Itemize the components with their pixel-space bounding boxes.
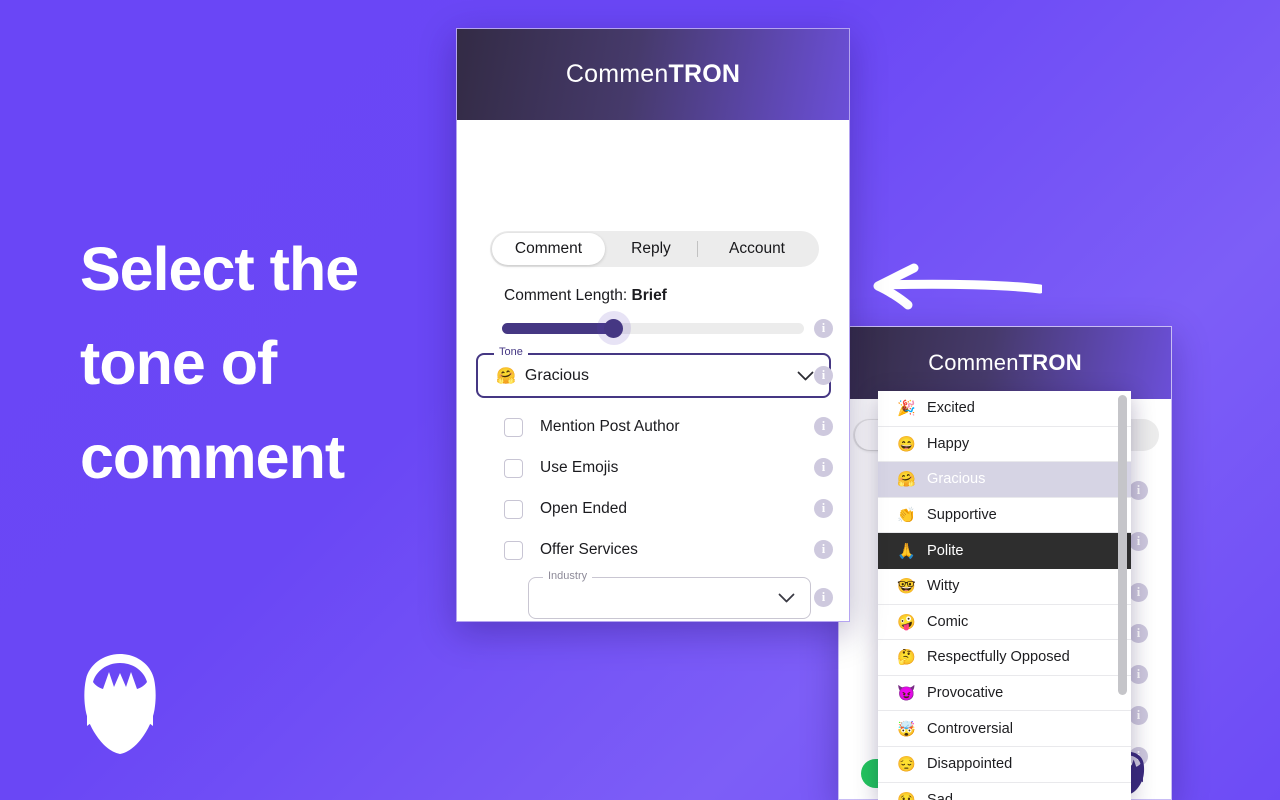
tone-option-label: Comic <box>927 613 969 630</box>
checkbox-label: Use Emojis <box>540 459 619 476</box>
window-a-header: CommenTRON <box>457 29 849 120</box>
tone-legend: Tone <box>494 346 528 358</box>
tone-option-emoji: 🙏 <box>897 542 916 560</box>
tone-dropdown-menu[interactable]: 🎉 Excited 😄 Happy 🤗 Gracious 👏 Supportive 🙏 Polit… <box>878 391 1131 800</box>
tone-option-emoji: 😈 <box>897 685 916 703</box>
info-icon[interactable]: i <box>1129 706 1148 725</box>
hugging-face-icon: 🤗 <box>496 367 516 385</box>
tone-option-respectfully-opposed[interactable]: 🤔 Respectfully Opposed <box>878 640 1131 676</box>
tone-option-label: Supportive <box>927 507 997 524</box>
chevron-down-icon[interactable] <box>778 593 795 603</box>
tone-option-emoji: 🤪 <box>897 613 916 631</box>
tone-option-emoji: 🤗 <box>897 471 916 489</box>
info-icon[interactable]: i <box>814 588 833 607</box>
checkbox-offer-services[interactable] <box>504 540 523 560</box>
tone-option-emoji: 👏 <box>897 507 916 525</box>
info-icon[interactable]: i <box>1129 481 1148 500</box>
checkbox-label: Offer Services <box>540 541 638 558</box>
tab-comment[interactable]: Comment <box>492 233 605 265</box>
checkbox-mention-post-author[interactable] <box>504 417 523 437</box>
info-icon[interactable]: i <box>1129 665 1148 684</box>
extension-popup-window: CommenTRON Comment Reply Account Comment… <box>456 28 850 622</box>
tone-option-happy[interactable]: 😄 Happy <box>878 426 1131 463</box>
headline-line-1: Select the <box>80 235 359 303</box>
checkbox-row-use-emojis[interactable]: Use Emojis <box>504 456 810 480</box>
promo-screenshot: Select the tone of comment CommenTRON i … <box>0 0 1280 800</box>
tone-select[interactable]: Tone 🤗 Gracious <box>476 346 831 398</box>
info-icon[interactable]: i <box>1129 532 1148 551</box>
info-icon[interactable]: i <box>814 499 833 518</box>
tone-option-provocative[interactable]: 😈 Provocative <box>878 675 1131 712</box>
tone-selected-value: 🤗 Gracious <box>496 366 589 386</box>
tone-option-emoji: 🤔 <box>897 649 916 667</box>
tone-option-emoji: 😔 <box>897 756 916 774</box>
dropdown-scrollbar-thumb[interactable] <box>1118 395 1127 695</box>
tone-option-emoji: 🤯 <box>897 720 916 738</box>
tone-option-emoji: 😄 <box>897 435 916 453</box>
checkbox-label: Open Ended <box>540 500 628 517</box>
page-title: Select the tone of comment <box>80 222 480 504</box>
tab-bar[interactable]: Comment Reply Account <box>490 231 819 267</box>
tone-option-gracious[interactable]: 🤗 Gracious <box>878 462 1131 498</box>
checkbox-row-open-ended[interactable]: Open Ended <box>504 497 810 521</box>
tone-option-comic[interactable]: 🤪 Comic <box>878 604 1131 641</box>
tone-option-label: Controversial <box>927 720 1013 737</box>
tone-option-disappointed[interactable]: 😔 Disappointed <box>878 746 1131 783</box>
headline-line-2: tone of <box>80 329 277 397</box>
comment-length-slider-row <box>502 311 808 345</box>
tone-option-label: Happy <box>927 435 970 452</box>
info-icon[interactable]: i <box>1129 583 1148 602</box>
iron-man-mask-icon <box>76 652 164 756</box>
checkbox-use-emojis[interactable] <box>504 458 523 478</box>
tone-option-excited[interactable]: 🎉 Excited <box>878 391 1131 427</box>
window-b-title: CommenTRON <box>928 350 1082 375</box>
checkbox-row-mention-post-author[interactable]: Mention Post Author <box>504 415 810 439</box>
tone-option-label: Witty <box>927 578 960 595</box>
tone-option-emoji: 🤓 <box>897 578 916 596</box>
info-icon[interactable]: i <box>814 417 833 436</box>
industry-select[interactable]: Industry <box>528 570 811 619</box>
slider-knob[interactable] <box>604 318 624 338</box>
tone-value-text: Gracious <box>524 366 589 384</box>
info-icon[interactable]: i <box>814 366 833 385</box>
dropdown-scrollbar[interactable] <box>1118 395 1127 796</box>
checkbox-open-ended[interactable] <box>504 499 523 519</box>
tone-option-label: Sad <box>927 791 953 800</box>
tab-account[interactable]: Account <box>698 233 816 265</box>
info-icon[interactable]: i <box>814 458 833 477</box>
tone-option-label: Respectfully Opposed <box>927 649 1070 666</box>
checkbox-label: Mention Post Author <box>540 418 680 435</box>
tone-option-list[interactable]: 🎉 Excited 😄 Happy 🤗 Gracious 👏 Supportive 🙏 Polit… <box>878 391 1131 800</box>
tone-option-controversial[interactable]: 🤯 Controversial <box>878 711 1131 747</box>
info-icon[interactable]: i <box>814 540 833 559</box>
chevron-down-icon[interactable] <box>797 371 814 381</box>
tone-option-emoji: 🎉 <box>897 400 916 418</box>
tone-option-label: Gracious <box>927 471 986 488</box>
info-icon[interactable]: i <box>814 319 833 338</box>
industry-legend: Industry <box>543 570 593 582</box>
tab-reply[interactable]: Reply <box>605 233 697 265</box>
comment-length-slider[interactable] <box>502 311 804 345</box>
checkbox-row-offer-services[interactable]: Offer Services <box>504 538 810 562</box>
hand-drawn-left-arrow-icon <box>866 262 1042 314</box>
window-b-header: CommenTRON <box>839 327 1171 399</box>
tone-option-emoji: 😢 <box>897 791 916 800</box>
tone-option-supportive[interactable]: 👏 Supportive <box>878 497 1131 534</box>
tone-option-witty[interactable]: 🤓 Witty <box>878 568 1131 605</box>
info-icon[interactable]: i <box>1129 624 1148 643</box>
comment-length-label: Comment Length: Brief <box>504 287 667 304</box>
tone-option-label: Polite <box>927 542 964 559</box>
tone-option-sad[interactable]: 😢 Sad <box>878 782 1131 800</box>
app-title: CommenTRON <box>565 60 741 88</box>
headline-line-3: comment <box>80 423 345 491</box>
window-a-body: Comment Reply Account Comment Length: Br… <box>457 120 849 621</box>
tone-option-label: Provocative <box>927 685 1004 702</box>
tone-option-label: Excited <box>927 400 975 417</box>
tone-option-label: Disappointed <box>927 756 1013 773</box>
tone-option-polite[interactable]: 🙏 Polite <box>878 533 1131 569</box>
